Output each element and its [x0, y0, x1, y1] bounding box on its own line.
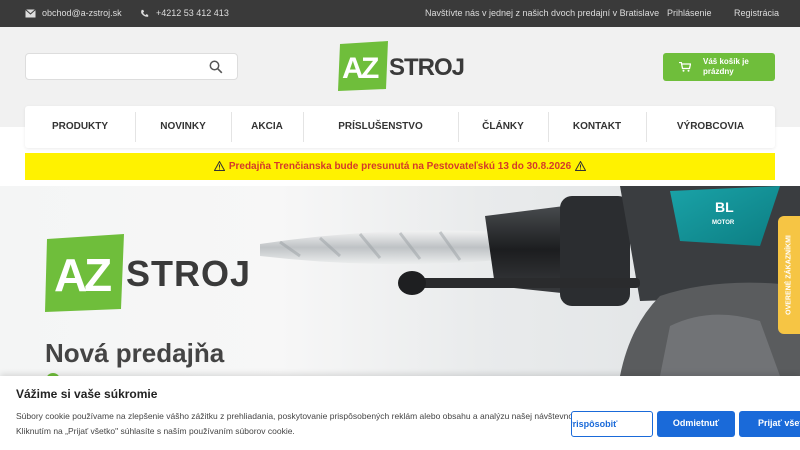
nav-item-novinky[interactable]: NOVINKY	[135, 106, 231, 148]
phone-link[interactable]: +4212 53 412 413	[139, 8, 229, 18]
announcement-text: Predajňa Trenčianska bude presunutá na P…	[228, 161, 572, 172]
customize-button[interactable]: Prispôsobiť	[571, 411, 653, 437]
logo-stroj: STROJ	[389, 54, 465, 81]
drill-image: BL MOTOR	[260, 186, 800, 376]
hero-logo: A Z STROJ	[45, 234, 250, 312]
logo-z: Z	[361, 52, 379, 85]
top-bar: obchod@a-zstroj.sk +4212 53 412 413 Navš…	[0, 0, 800, 27]
nav-item-prislusenstvo[interactable]: PRÍSLUŠENSTVO	[303, 106, 458, 148]
az-stroj-logo[interactable]: A Z STROJ	[336, 40, 468, 92]
nav-item-produkty[interactable]: PRODUKTY	[25, 106, 135, 148]
hero-banner[interactable]: A Z STROJ Nová predajňa BL MOTOR	[0, 186, 800, 376]
search-icon[interactable]	[209, 60, 223, 74]
verified-customers-label: OVERENÉ ZÁKAZNÍKMI	[785, 235, 793, 315]
tool-badge: BL	[715, 199, 734, 215]
nav-item-kontakt[interactable]: KONTAKT	[548, 106, 646, 148]
visit-stores-link[interactable]: Navštívte nás v jednej z našich dvoch pr…	[425, 8, 659, 18]
cart-line1: Váš košík je	[703, 57, 749, 66]
cart-line2: prázdny	[703, 67, 734, 76]
hero-logo-a: A	[54, 249, 87, 301]
hero-logo-z: Z	[84, 249, 112, 301]
envelope-icon	[25, 8, 36, 17]
hero-logo-stroj: STROJ	[126, 253, 250, 294]
search-box[interactable]	[25, 53, 238, 80]
announcement-bar: Predajňa Trenčianska bude presunutá na P…	[25, 153, 775, 180]
register-link[interactable]: Registrácia	[734, 8, 779, 18]
accept-all-button[interactable]: Prijať všetko	[739, 411, 800, 437]
cookie-banner: Vážime si vaše súkromie Súbory cookie po…	[0, 376, 800, 450]
nav-item-vyrobcovia[interactable]: VÝROBCOVIA	[646, 106, 775, 148]
email-text: obchod@a-zstroj.sk	[42, 8, 122, 18]
cart-icon	[679, 62, 691, 72]
login-text: Prihlásenie	[667, 8, 712, 18]
main-nav: PRODUKTY NOVINKY AKCIA PRÍSLUŠENSTVO ČLÁ…	[25, 106, 775, 148]
search-input[interactable]	[34, 59, 204, 75]
register-text: Registrácia	[734, 8, 780, 18]
reject-button[interactable]: Odmietnuť	[657, 411, 735, 437]
nav-item-akcia[interactable]: AKCIA	[231, 106, 303, 148]
nav-item-clanky[interactable]: ČLÁNKY	[458, 106, 548, 148]
tool-badge-motor: MOTOR	[712, 220, 735, 226]
cookie-text: Súbory cookie používame na zlepšenie váš…	[16, 411, 584, 436]
login-link[interactable]: Prihlásenie	[667, 8, 712, 18]
warning-icon	[575, 161, 587, 172]
cookie-title: Vážime si vaše súkromie	[16, 387, 158, 401]
warning-icon	[213, 161, 225, 172]
verified-customers-tab[interactable]: OVERENÉ ZÁKAZNÍKMI	[778, 216, 800, 334]
hero-title: Nová predajňa	[45, 338, 225, 368]
cart-button[interactable]: Váš košík je prázdny	[663, 53, 775, 81]
phone-text: +4212 53 412 413	[156, 8, 229, 18]
phone-icon	[141, 9, 149, 17]
email-link[interactable]: obchod@a-zstroj.sk	[25, 8, 122, 18]
visit-text: Navštívte nás v jednej z našich dvoch pr…	[425, 8, 660, 18]
